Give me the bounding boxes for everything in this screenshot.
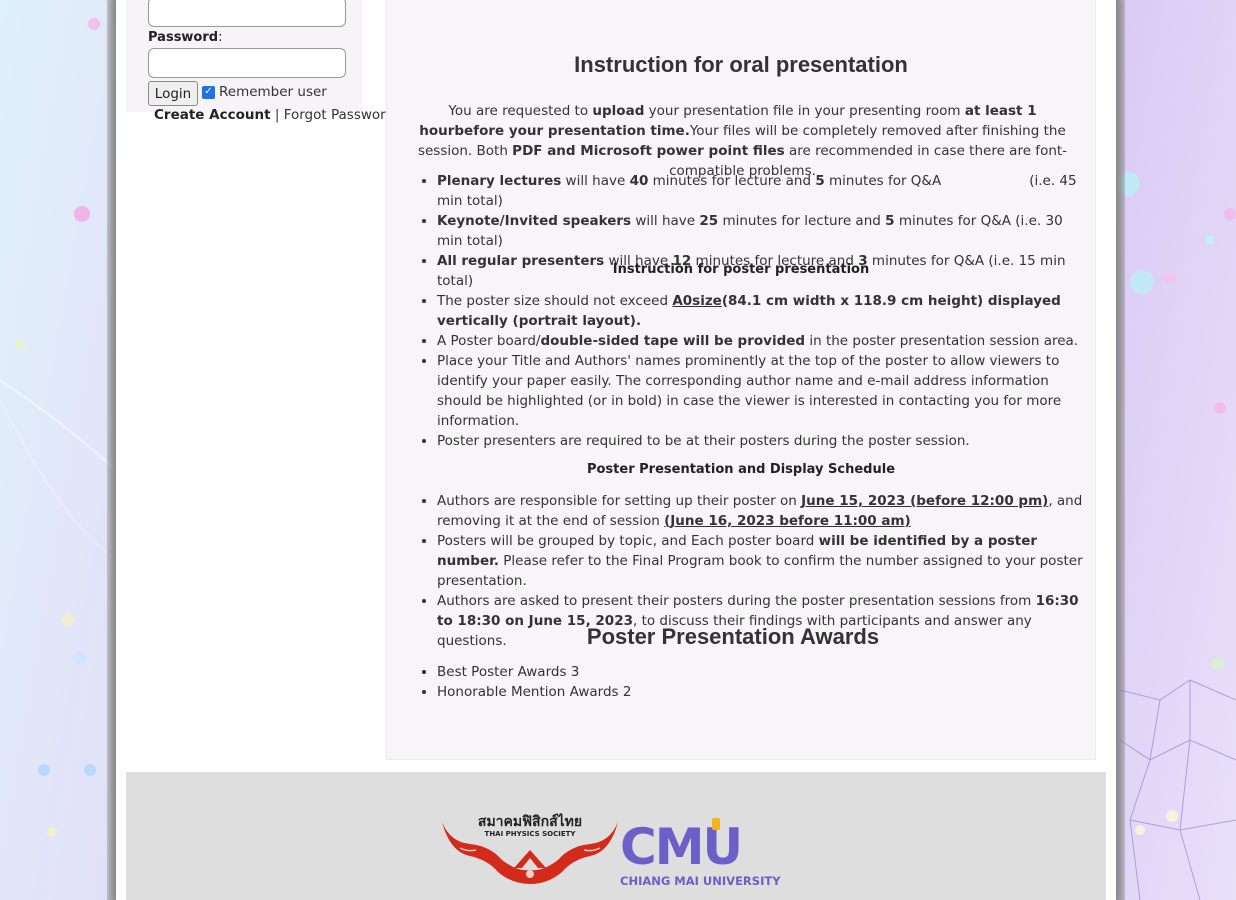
svg-text:CHIANG MAI UNIVERSITY: CHIANG MAI UNIVERSITY: [620, 874, 781, 888]
username-input[interactable]: [148, 0, 346, 27]
list-item: Posters will be grouped by topic, and Ea…: [437, 531, 1087, 591]
remember-checkbox[interactable]: ✓: [202, 85, 215, 99]
list-item: Authors are responsible for setting up t…: [437, 491, 1087, 531]
poster-list: The poster size should not exceed A0size…: [405, 291, 1087, 451]
password-label: Password:: [148, 30, 223, 45]
list-item: Poster presenters are required to be at …: [437, 431, 1087, 451]
oral-title: Instruction for oral presentation: [574, 52, 908, 77]
forgot-password-link[interactable]: Forgot Password: [284, 107, 394, 123]
cmu-logo: CMU CHIANG MAI UNIVERSITY: [620, 818, 781, 888]
list-item: Plenary lectures will have 40 minutes fo…: [437, 171, 1087, 211]
link-separator: |: [274, 107, 280, 123]
remember-label: Remember user: [219, 84, 327, 100]
remember-user[interactable]: ✓ Remember user: [202, 84, 327, 100]
awards-list: Best Poster Awards 3 Honorable Mention A…: [405, 662, 1087, 702]
list-item: A Poster board/double-sided tape will be…: [437, 331, 1087, 351]
list-item: Honorable Mention Awards 2: [437, 682, 1087, 702]
oral-intro: You are requested to upload your present…: [417, 103, 1068, 179]
list-item: Place your Title and Authors' names prom…: [437, 351, 1087, 431]
account-links: Create Account | Forgot Password: [154, 107, 394, 123]
list-item: Keynote/Invited speakers will have 25 mi…: [437, 211, 1087, 251]
schedule-title: Poster Presentation and Display Schedule: [586, 462, 896, 477]
login-sidebar: Password: Login ✓ Remember user Create A…: [126, 0, 394, 123]
svg-text:CMU: CMU: [620, 818, 741, 876]
list-item: The poster size should not exceed A0size…: [437, 291, 1087, 331]
poster-instruction-title: Instruction for poster presentation: [612, 262, 870, 277]
svg-text:สมาคมฟิสิกส์ไทย: สมาคมฟิสิกส์ไทย: [478, 812, 582, 830]
login-button[interactable]: Login: [148, 81, 198, 106]
content-panel: Instruction for oral presentation You ar…: [386, 0, 1096, 760]
page-container: Password: Login ✓ Remember user Create A…: [107, 0, 1125, 900]
create-account-link[interactable]: Create Account: [154, 107, 271, 123]
svg-text:THAI PHYSICS SOCIETY: THAI PHYSICS SOCIETY: [485, 830, 577, 838]
password-input[interactable]: [148, 48, 346, 78]
footer: สมาคมฟิสิกส์ไทย THAI PHYSICS SOCIETY CMU…: [126, 772, 1106, 900]
thai-physics-society-logo: สมาคมฟิสิกส์ไทย THAI PHYSICS SOCIETY: [442, 812, 618, 884]
list-item: Best Poster Awards 3: [437, 662, 1087, 682]
awards-title: Poster Presentation Awards: [586, 624, 880, 649]
